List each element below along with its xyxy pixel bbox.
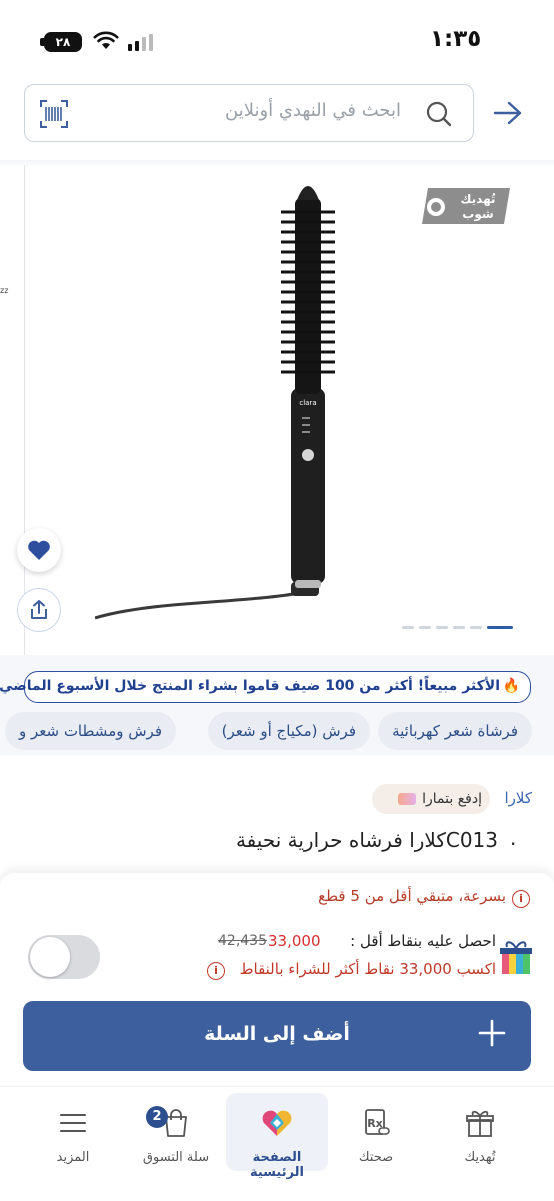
gift-icon [466, 1110, 494, 1137]
carousel-dot[interactable] [453, 626, 465, 629]
image-carousel-dots[interactable] [402, 626, 513, 629]
search-input[interactable]: ابحث في النهدي أونلاين [24, 84, 474, 142]
tamara-label: إدفع بتمارا [422, 791, 482, 807]
points-price: 33,000 [268, 932, 321, 950]
battery-icon: ٢٨ [44, 32, 82, 52]
best-seller-text: الأكثر مبيعاً! أكثر من 100 ضيف قاموا بشر… [0, 678, 500, 694]
points-toggle[interactable] [28, 935, 100, 979]
category-chip[interactable]: فرشاة شعر كهربائية [378, 712, 532, 750]
carousel-dot-active[interactable] [487, 626, 513, 629]
tamara-logo-icon [398, 793, 417, 805]
back-arrow-icon[interactable] [493, 100, 523, 126]
fire-icon: 🔥 [502, 678, 520, 694]
category-chip[interactable]: فرش ومشطات شعر و [4, 712, 176, 750]
brand-link[interactable]: كلارا [504, 789, 532, 807]
share-icon [31, 600, 47, 619]
barcode-scan-icon[interactable] [39, 99, 69, 129]
favorite-button[interactable] [17, 528, 61, 572]
nav-gift[interactable]: تُهديك [430, 1086, 530, 1176]
points-earn-text: اكسب 33,000 نقاط أكثر للشراء بالنقاط [239, 960, 496, 978]
carousel-dot[interactable] [470, 626, 482, 629]
points-old-price: 42,435 [218, 933, 267, 949]
nav-gift-label: تُهديك [464, 1150, 496, 1165]
wifi-icon [93, 31, 119, 49]
add-to-cart-button[interactable]: أضف إلى السلة [23, 1001, 531, 1071]
carousel-dot[interactable] [402, 626, 414, 629]
best-seller-banner: 🔥 الأكثر مبيعاً! أكثر من 100 ضيف قاموا ب… [0, 671, 531, 703]
header-shadow [0, 160, 554, 168]
points-label: احصل عليه بنقاط أقل : [350, 932, 496, 950]
signal-icon [128, 34, 153, 51]
menu-icon [60, 1114, 86, 1132]
nav-home-label: الصفحة الرئيسية [249, 1150, 305, 1180]
plus-icon [478, 1019, 506, 1047]
product-title: C013كلارا فرشاه حرارية نحيفة [235, 828, 498, 852]
stock-warning: بسرعة، متبقي أقل من 5 قطع [318, 887, 506, 905]
svg-text:تُهديك: تُهديك [460, 192, 495, 206]
search-icon[interactable] [425, 100, 453, 128]
home-heart-logo-icon [262, 1110, 292, 1136]
tamara-badge[interactable]: إدفع بتمارا [372, 784, 490, 814]
search-placeholder: ابحث في النهدي أونلاين [225, 100, 401, 121]
carousel-dot[interactable] [419, 626, 431, 629]
share-button[interactable] [17, 588, 61, 632]
battery-level: ٢٨ [55, 35, 71, 49]
add-to-cart-label: أضف إلى السلة [204, 1023, 350, 1045]
svg-text:clara: clara [299, 399, 316, 407]
product-image: clara [95, 186, 335, 620]
nav-home[interactable]: الصفحة الرئيسية [227, 1086, 327, 1180]
nav-more-label: المزيد [56, 1150, 90, 1165]
category-chip[interactable]: فرش (مكياج أو شعر) [207, 712, 370, 750]
nav-more[interactable]: المزيد [23, 1086, 123, 1176]
title-bullet: . [510, 826, 517, 850]
heart-icon [28, 540, 50, 560]
nav-health[interactable]: Rx صحتك [326, 1086, 426, 1176]
nav-cart-label: سلة التسوق [142, 1150, 210, 1165]
cart-count-badge: 2 [146, 1106, 168, 1128]
toggle-knob [30, 937, 70, 977]
prescription-icon: Rx [365, 1109, 390, 1135]
nav-health-label: صحتك [358, 1150, 394, 1165]
category-chips: فرشاة شعر كهربائية فرش (مكياج أو شعر) فر… [0, 700, 554, 760]
brand-watermark-logo: تُهديك شوب [422, 188, 510, 224]
previous-image-edge: zz [0, 286, 9, 295]
info-icon[interactable]: i [512, 890, 530, 908]
image-divider [24, 165, 25, 655]
gift-points-icon [500, 941, 532, 974]
status-time: ١:٣٥ [430, 26, 482, 52]
svg-text:شوب: شوب [462, 207, 493, 222]
carousel-dot[interactable] [436, 626, 448, 629]
nav-cart[interactable]: سلة التسوق [126, 1086, 226, 1176]
points-info-icon[interactable]: i [207, 962, 225, 980]
